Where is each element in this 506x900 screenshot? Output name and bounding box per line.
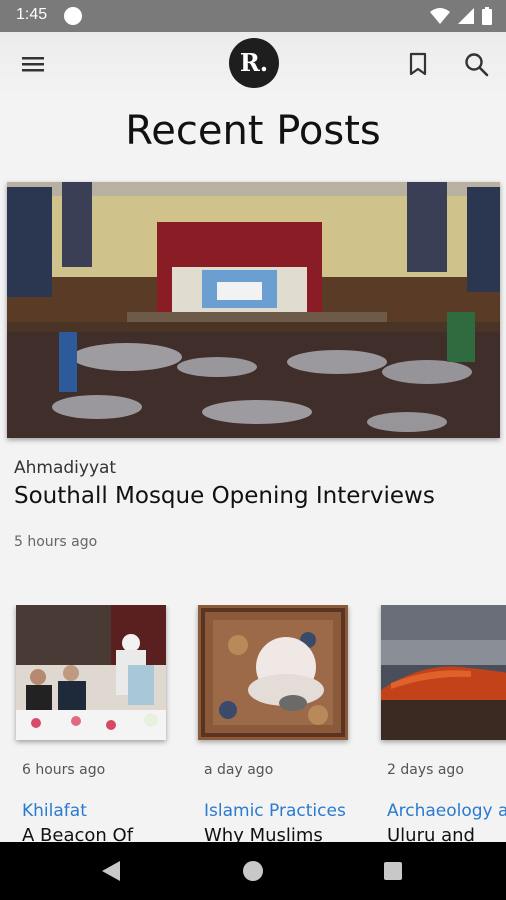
recents-icon[interactable] bbox=[384, 862, 402, 880]
wifi-icon bbox=[430, 8, 450, 24]
post-time: 6 hours ago bbox=[22, 762, 106, 778]
featured-post-time: 5 hours ago bbox=[14, 534, 98, 550]
post-title[interactable]: Why Muslims bbox=[204, 825, 323, 843]
app-logo[interactable]: R. bbox=[229, 38, 279, 88]
notification-dot-icon bbox=[64, 7, 82, 25]
status-time: 1:45 bbox=[16, 6, 48, 23]
status-icons bbox=[430, 6, 492, 26]
bookmark-icon bbox=[409, 52, 427, 76]
post-card[interactable]: 2 days ago Archaeology and Uluru and bbox=[381, 605, 506, 843]
post-title[interactable]: A Beacon Of bbox=[22, 825, 133, 843]
home-icon[interactable] bbox=[243, 861, 263, 881]
menu-icon bbox=[22, 57, 44, 72]
battery-icon bbox=[482, 7, 492, 25]
bookmark-button[interactable] bbox=[404, 50, 432, 78]
post-category[interactable]: Khilafat bbox=[22, 801, 87, 821]
post-time: a day ago bbox=[204, 762, 274, 778]
search-button[interactable] bbox=[462, 50, 492, 80]
status-bar: 1:45 bbox=[0, 0, 506, 32]
post-image[interactable] bbox=[198, 605, 348, 740]
featured-post-category[interactable]: Ahmadiyyat bbox=[14, 458, 116, 478]
post-image[interactable] bbox=[381, 605, 506, 740]
post-image[interactable] bbox=[16, 605, 166, 740]
search-icon bbox=[465, 53, 489, 77]
featured-post-card[interactable]: Ahmadiyyat Southall Mosque Opening Inter… bbox=[0, 178, 506, 558]
featured-post-image[interactable] bbox=[7, 182, 500, 438]
app-bar: R. bbox=[0, 32, 506, 96]
post-category[interactable]: Archaeology and bbox=[387, 801, 506, 821]
post-title[interactable]: Uluru and bbox=[387, 825, 475, 843]
back-icon[interactable] bbox=[100, 859, 122, 883]
post-category[interactable]: Islamic Practices bbox=[204, 801, 346, 821]
system-nav-bar bbox=[0, 842, 506, 900]
menu-button[interactable] bbox=[20, 50, 50, 78]
post-carousel[interactable]: 6 hours ago Khilafat A Beacon Of a day a… bbox=[0, 605, 506, 843]
page-title: Recent Posts bbox=[125, 108, 381, 154]
featured-post-title[interactable]: Southall Mosque Opening Interviews bbox=[14, 483, 435, 509]
post-time: 2 days ago bbox=[387, 762, 464, 778]
signal-icon bbox=[458, 8, 474, 24]
post-card[interactable]: 6 hours ago Khilafat A Beacon Of bbox=[16, 605, 186, 843]
post-card[interactable]: a day ago Islamic Practices Why Muslims bbox=[198, 605, 368, 843]
